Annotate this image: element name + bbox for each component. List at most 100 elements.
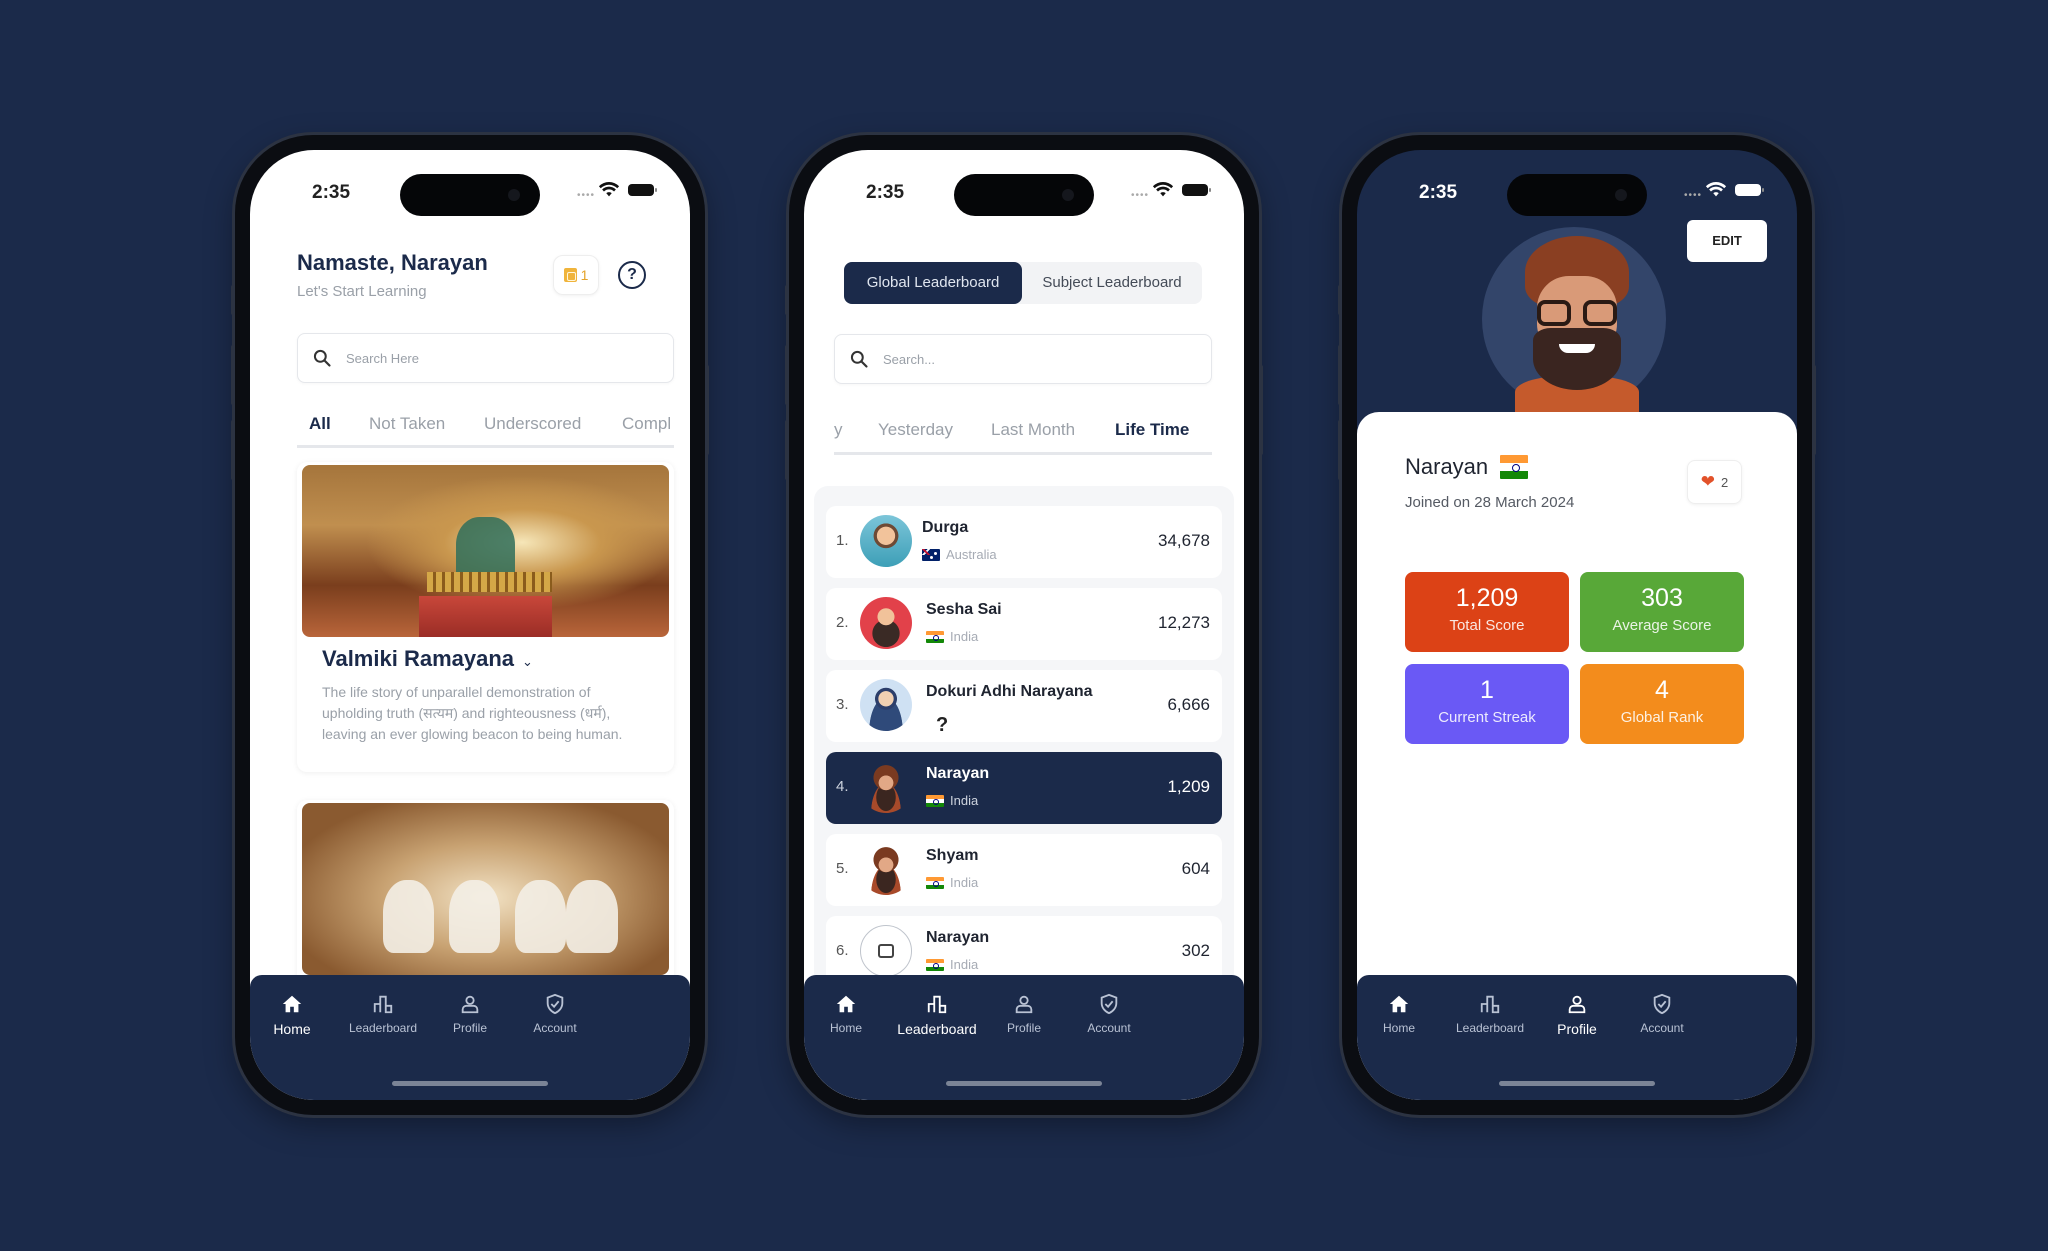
player-country: India <box>926 875 978 890</box>
dynamic-island <box>400 174 540 216</box>
wifi-icon <box>1705 182 1727 197</box>
signal-icon: •••• <box>1683 190 1702 201</box>
tab-today[interactable]: y <box>834 420 843 440</box>
subject-leaderboard-button[interactable]: Subject Leaderboard <box>1022 262 1202 304</box>
battery-icon <box>1735 184 1764 196</box>
nav-account[interactable]: Account <box>1059 993 1159 1035</box>
nav-label: Account <box>533 1021 577 1035</box>
dynamic-island <box>954 174 1094 216</box>
rank: 5. <box>836 860 849 877</box>
edit-profile-button[interactable]: EDIT <box>1687 220 1767 262</box>
search-bar[interactable] <box>297 333 674 383</box>
tab-last-month[interactable]: Last Month <box>991 420 1075 440</box>
signal-icon: •••• <box>1130 190 1149 201</box>
tab-all[interactable]: All <box>309 414 331 434</box>
nav-label: Profile <box>452 1021 487 1035</box>
likes-button[interactable]: ❤ 2 <box>1687 460 1742 504</box>
home-icon <box>836 995 856 1013</box>
search-input[interactable] <box>346 350 599 366</box>
home-indicator[interactable] <box>392 1081 548 1086</box>
greeting-title: Namaste, Narayan <box>297 250 488 275</box>
profile-name: Narayan <box>1405 454 1529 480</box>
player-name: Shyam <box>926 847 979 864</box>
leaderboard-type-toggle: Global Leaderboard Subject Leaderboard <box>844 262 1202 304</box>
player-name: Sesha Sai <box>926 601 1002 618</box>
nav-leaderboard[interactable]: Leaderboard <box>333 993 433 1035</box>
profile-avatar[interactable] <box>1507 228 1647 416</box>
leaderboard-row[interactable]: 3. Dokuri Adhi Narayana ? 6,666 <box>826 670 1222 742</box>
nav-label: Account <box>1087 1021 1131 1035</box>
nav-account[interactable]: Account <box>1612 993 1712 1035</box>
player-score: 34,678 <box>1158 531 1210 550</box>
tab-life-time[interactable]: Life Time <box>1115 420 1189 440</box>
phone-power-button <box>1812 365 1816 455</box>
nav-leaderboard[interactable]: Leaderboard <box>887 993 987 1037</box>
search-bar[interactable] <box>834 334 1212 384</box>
home-icon <box>282 995 302 1013</box>
flag-india-icon <box>926 794 944 807</box>
leaderboard-row[interactable]: 2. Sesha Sai India 12,273 <box>826 588 1222 660</box>
phone-volume-up <box>1338 345 1342 405</box>
nav-leaderboard[interactable]: Leaderboard <box>1440 993 1540 1035</box>
player-country: India <box>926 793 978 808</box>
home-indicator[interactable] <box>946 1081 1102 1086</box>
leaderboard-row[interactable]: 5. Shyam India 604 <box>826 834 1222 906</box>
status-bar: 2:35 •••• <box>804 150 1244 220</box>
player-score: 604 <box>1181 859 1210 878</box>
coins-button[interactable]: 1 <box>553 255 599 295</box>
course-image-ramayana <box>302 465 669 637</box>
player-score: 12,273 <box>1158 613 1210 632</box>
nav-home[interactable]: Home <box>250 993 342 1037</box>
course-card[interactable]: Valmiki Ramayana ⌄ The life story of unpa… <box>297 462 674 772</box>
rank: 1. <box>836 532 849 549</box>
search-icon <box>850 350 868 368</box>
likes-count: 2 <box>1721 474 1729 490</box>
phone-silent-switch <box>1338 285 1342 315</box>
rank: 6. <box>836 942 849 959</box>
search-icon <box>313 349 331 367</box>
nav-label: Home <box>1382 1021 1415 1035</box>
stat-total-score: 1,209 Total Score <box>1405 572 1569 652</box>
nav-home[interactable]: Home <box>1357 993 1449 1035</box>
player-name: Durga <box>922 519 969 536</box>
filter-tabs: All Not Taken Underscored Compl <box>297 400 674 448</box>
user-icon <box>1568 995 1586 1014</box>
home-icon <box>1389 995 1409 1013</box>
home-indicator[interactable] <box>1499 1081 1655 1086</box>
signal-icon: •••• <box>576 190 595 201</box>
leaderboard-row-current-user[interactable]: 4. Narayan India 1,209 <box>826 752 1222 824</box>
tab-underscored[interactable]: Underscored <box>484 414 581 434</box>
bottom-nav: Home Leaderboard Profile Account <box>804 975 1244 1100</box>
help-icon[interactable]: ? <box>618 261 646 289</box>
nav-home[interactable]: Home <box>804 993 896 1035</box>
chevron-down-icon[interactable]: ⌄ <box>522 654 533 669</box>
tab-not-taken[interactable]: Not Taken <box>369 414 445 434</box>
course-card[interactable] <box>297 800 674 1000</box>
player-country: Australia <box>922 547 997 562</box>
image-placeholder-icon <box>860 925 912 977</box>
user-icon <box>461 995 479 1014</box>
heart-icon: ❤ <box>1700 472 1715 491</box>
flag-india-icon <box>926 958 944 971</box>
tab-yesterday[interactable]: Yesterday <box>878 420 953 440</box>
profile-screen: 2:35 •••• EDIT Narayan Joined on 28 Marc… <box>1357 150 1797 1100</box>
avatar <box>860 761 912 813</box>
avatar <box>860 679 912 731</box>
nav-label: Account <box>1640 1021 1684 1035</box>
player-name: Dokuri Adhi Narayana <box>926 683 1093 700</box>
coin-count: 1 <box>580 267 589 283</box>
wifi-icon <box>1152 182 1174 197</box>
greeting-subtitle: Let's Start Learning <box>297 283 427 300</box>
rank: 3. <box>836 696 849 713</box>
nav-label: Leaderboard <box>897 1021 977 1037</box>
nav-account[interactable]: Account <box>505 993 605 1035</box>
flag-india-icon <box>1500 455 1529 479</box>
phone-volume-down <box>785 420 789 480</box>
search-input[interactable] <box>883 351 1137 367</box>
global-leaderboard-button[interactable]: Global Leaderboard <box>844 262 1022 304</box>
flag-india-icon <box>926 630 944 643</box>
leaderboard-row[interactable]: 1. Durga Australia 34,678 <box>826 506 1222 578</box>
active-tab-indicator <box>1099 452 1212 455</box>
tab-completed[interactable]: Compl <box>622 414 671 434</box>
stat-global-rank: 4 Global Rank <box>1580 664 1744 744</box>
